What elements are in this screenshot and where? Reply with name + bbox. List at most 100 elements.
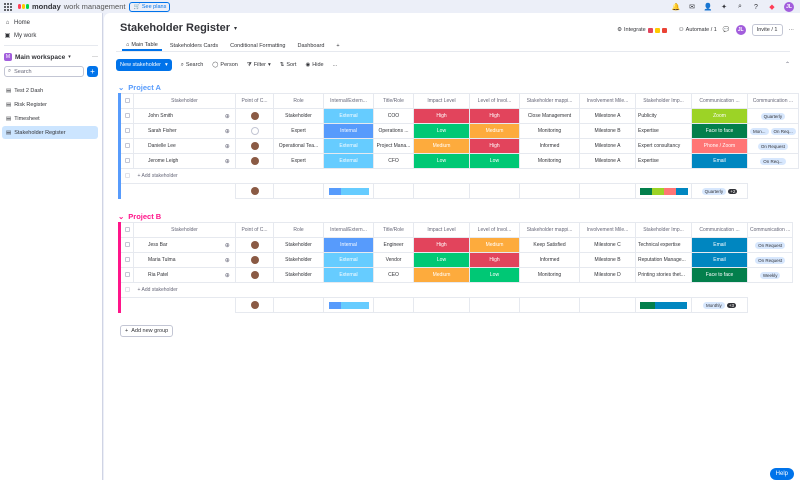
stakeholder-mapping-cell[interactable]: Close Management bbox=[519, 108, 580, 124]
stakeholder-name-cell[interactable]: Sarah Fisher bbox=[133, 123, 220, 139]
title-role-cell[interactable]: Vendor bbox=[373, 252, 414, 268]
sidebar-item-stakeholder-register[interactable]: ▤ Stakeholder Register bbox=[2, 126, 98, 139]
search-button[interactable]: ⌕ Search bbox=[181, 62, 204, 69]
stakeholder-mapping-cell[interactable]: Monitoring bbox=[519, 267, 580, 283]
communication-frequency-cell[interactable]: Weekly bbox=[746, 267, 794, 283]
column-header[interactable]: Role bbox=[273, 93, 324, 109]
role-cell[interactable]: Expert bbox=[273, 153, 324, 169]
stakeholder-name-cell[interactable]: Jess Bar bbox=[133, 237, 220, 253]
involvement-milestone-cell[interactable]: Milestone D bbox=[579, 267, 636, 283]
involvement-milestone-cell[interactable]: Milestone B bbox=[579, 252, 636, 268]
involvement-level-status[interactable]: Medium bbox=[469, 123, 520, 139]
column-header[interactable]: Point of C... bbox=[235, 222, 274, 238]
internal-external-status[interactable]: External bbox=[323, 267, 374, 283]
title-role-cell[interactable]: CEO bbox=[373, 267, 414, 283]
comments-icon[interactable]: 💬 bbox=[723, 27, 730, 33]
board-more-icon[interactable]: ··· bbox=[789, 27, 795, 33]
tab-main-table[interactable]: ⌂ Main Table bbox=[122, 40, 162, 51]
table-row[interactable]: Jerome Leigh ⊕ Expert External CFO Low Low Moni… bbox=[119, 153, 799, 169]
monday-account-logo-icon[interactable]: ◆ bbox=[768, 3, 776, 11]
involvement-level-status[interactable]: Low bbox=[469, 153, 520, 169]
see-plans-button[interactable]: 🛒 See plans bbox=[129, 1, 171, 12]
communication-method-status[interactable]: Phone / Zoom bbox=[691, 138, 748, 154]
communication-method-status[interactable]: Face to face bbox=[691, 123, 748, 139]
chevron-down-icon[interactable]: ⌄ bbox=[118, 83, 124, 92]
add-update-icon[interactable]: ⊕ bbox=[225, 159, 230, 165]
person-filter-button[interactable]: ◯ Person bbox=[212, 62, 238, 68]
title-role-cell[interactable]: Engineer bbox=[373, 237, 414, 253]
communication-frequency-cell[interactable]: On Request bbox=[746, 237, 794, 253]
internal-external-status[interactable]: External bbox=[323, 153, 374, 169]
sidebar-item-my-work[interactable]: ▣ My work bbox=[0, 29, 102, 42]
involvement-level-status[interactable]: High bbox=[469, 108, 520, 124]
communication-frequency-cell[interactable]: On Request bbox=[746, 252, 794, 268]
filter-button[interactable]: ⧩ Filter ▾ bbox=[247, 62, 271, 69]
column-header[interactable]: Stakeholder mappi... bbox=[519, 93, 580, 109]
table-row[interactable]: Danielle Lee ⊕ Operational Tea... External P… bbox=[119, 138, 799, 154]
add-update-icon[interactable]: ⊕ bbox=[225, 243, 230, 249]
collapse-header-icon[interactable]: ⌃ bbox=[785, 61, 790, 68]
point-of-contact-cell[interactable] bbox=[235, 123, 274, 139]
impact-level-status[interactable]: Low bbox=[413, 252, 470, 268]
role-cell[interactable]: Expert bbox=[273, 123, 324, 139]
communication-method-status[interactable]: Email bbox=[691, 237, 748, 253]
automate-button[interactable]: ⚇ Automate / 1 bbox=[679, 27, 717, 33]
row-checkbox[interactable] bbox=[119, 138, 134, 154]
column-header[interactable]: Role bbox=[273, 222, 324, 238]
group-header[interactable]: ⌄ Project A bbox=[118, 81, 799, 93]
column-header[interactable]: Internal/Extern... bbox=[323, 93, 374, 109]
add-update-icon[interactable]: ⊕ bbox=[225, 144, 230, 150]
point-of-contact-cell[interactable] bbox=[235, 267, 274, 283]
column-header[interactable]: Point of C... bbox=[235, 93, 274, 109]
stakeholder-name-cell[interactable]: Danielle Lee bbox=[133, 138, 220, 154]
communication-method-status[interactable]: Zoom bbox=[691, 108, 748, 124]
column-header[interactable]: Stakeholder mappi... bbox=[519, 222, 580, 238]
impact-level-status[interactable]: High bbox=[413, 237, 470, 253]
title-role-cell[interactable]: Project Mana... bbox=[373, 138, 414, 154]
row-checkbox[interactable] bbox=[119, 252, 134, 268]
communication-method-status[interactable]: Face to face bbox=[691, 267, 748, 283]
involvement-level-status[interactable]: Medium bbox=[469, 237, 520, 253]
apps-grid-icon[interactable] bbox=[4, 2, 12, 11]
column-header[interactable]: Stakeholder Imp... bbox=[635, 93, 692, 109]
tab-dashboard[interactable]: Dashboard bbox=[293, 40, 328, 51]
communication-frequency-cell[interactable]: On Request bbox=[747, 138, 799, 154]
stakeholder-name-cell[interactable]: John Smith bbox=[133, 108, 220, 124]
add-new-group-button[interactable]: + Add new group bbox=[120, 325, 174, 337]
tab-conditional-formatting[interactable]: Conditional Formatting bbox=[226, 40, 289, 51]
board-member-avatar[interactable]: JL bbox=[735, 25, 746, 35]
updates-cell[interactable]: ⊕ bbox=[219, 138, 236, 154]
impact-level-status[interactable]: Low bbox=[413, 153, 470, 169]
table-row[interactable]: Sarah Fisher ⊕ Expert Internal Operations ..… bbox=[119, 123, 799, 139]
workspace-selector[interactable]: M Main workspace ▾ ··· bbox=[0, 50, 102, 64]
table-row[interactable]: Maria Tulma ⊕ Stakeholder External Vendor Low… bbox=[119, 252, 794, 268]
workspace-more-icon[interactable]: ··· bbox=[92, 54, 98, 60]
column-header[interactable]: Communication ... bbox=[691, 93, 748, 109]
add-update-icon[interactable]: ⊕ bbox=[225, 129, 230, 135]
sidebar-item-timesheet[interactable]: ▤ Timesheet bbox=[2, 112, 98, 125]
role-cell[interactable]: Stakeholder bbox=[273, 237, 324, 253]
apps-marketplace-icon[interactable]: ✦ bbox=[720, 3, 728, 11]
row-checkbox[interactable] bbox=[119, 153, 134, 169]
updates-cell[interactable]: ⊕ bbox=[219, 108, 236, 124]
column-header[interactable]: Title/Role bbox=[373, 93, 414, 109]
search-icon[interactable]: ⌕ bbox=[736, 3, 744, 11]
internal-external-status[interactable]: External bbox=[323, 252, 374, 268]
internal-external-status[interactable]: External bbox=[323, 138, 374, 154]
point-of-contact-cell[interactable] bbox=[235, 252, 274, 268]
stakeholder-name-cell[interactable]: Ria Patel bbox=[133, 267, 220, 283]
internal-external-status[interactable]: Internal bbox=[323, 123, 374, 139]
board-title[interactable]: Stakeholder Register ▾ bbox=[120, 22, 237, 34]
add-stakeholder-input[interactable]: + Add stakeholder bbox=[133, 168, 274, 184]
row-checkbox[interactable] bbox=[119, 267, 134, 283]
table-row[interactable]: Ria Patel ⊕ Stakeholder External CEO Medium Lo… bbox=[119, 267, 794, 283]
column-header[interactable]: Stakeholder bbox=[133, 222, 236, 238]
updates-cell[interactable]: ⊕ bbox=[219, 123, 236, 139]
impact-level-status[interactable]: Low bbox=[413, 123, 470, 139]
point-of-contact-cell[interactable] bbox=[235, 108, 274, 124]
sidebar-item-home[interactable]: ⌂ Home bbox=[0, 16, 102, 29]
column-header[interactable]: Communication ... bbox=[747, 93, 799, 109]
stakeholder-mapping-cell[interactable]: Informed bbox=[519, 138, 580, 154]
hide-button[interactable]: ◉ Hide bbox=[305, 62, 323, 68]
add-stakeholder-input[interactable]: + Add stakeholder bbox=[133, 282, 274, 298]
